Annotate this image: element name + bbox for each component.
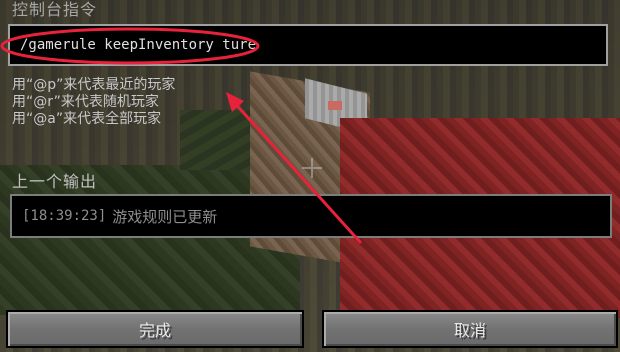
hint-all-players: 用“@a”来代表全部玩家 bbox=[12, 111, 162, 127]
previous-output-label: 上一个输出 bbox=[12, 172, 98, 191]
command-block-indicator bbox=[328, 101, 342, 110]
previous-output-field: [18:39:23] 游戏规则已更新 bbox=[10, 194, 612, 238]
command-input-text: /gamerule keepInventory ture bbox=[20, 37, 257, 53]
hint-nearest-player: 用“@p”来代表最近的玩家 bbox=[12, 77, 176, 93]
output-message: 游戏规则已更新 bbox=[112, 207, 218, 226]
gui-title: 控制台指令 bbox=[12, 0, 98, 19]
selector-hints: 用“@p”来代表最近的玩家 用“@r”来代表随机玩家 用“@a”来代表全部玩家 bbox=[12, 77, 175, 128]
cancel-button[interactable]: 取消 bbox=[322, 310, 618, 348]
command-input[interactable]: /gamerule keepInventory ture bbox=[8, 24, 608, 66]
hint-random-player: 用“@r”来代表随机玩家 bbox=[12, 94, 159, 110]
crosshair-icon bbox=[302, 158, 322, 178]
output-timestamp: [18:39:23] bbox=[22, 208, 107, 224]
done-button[interactable]: 完成 bbox=[6, 310, 304, 348]
